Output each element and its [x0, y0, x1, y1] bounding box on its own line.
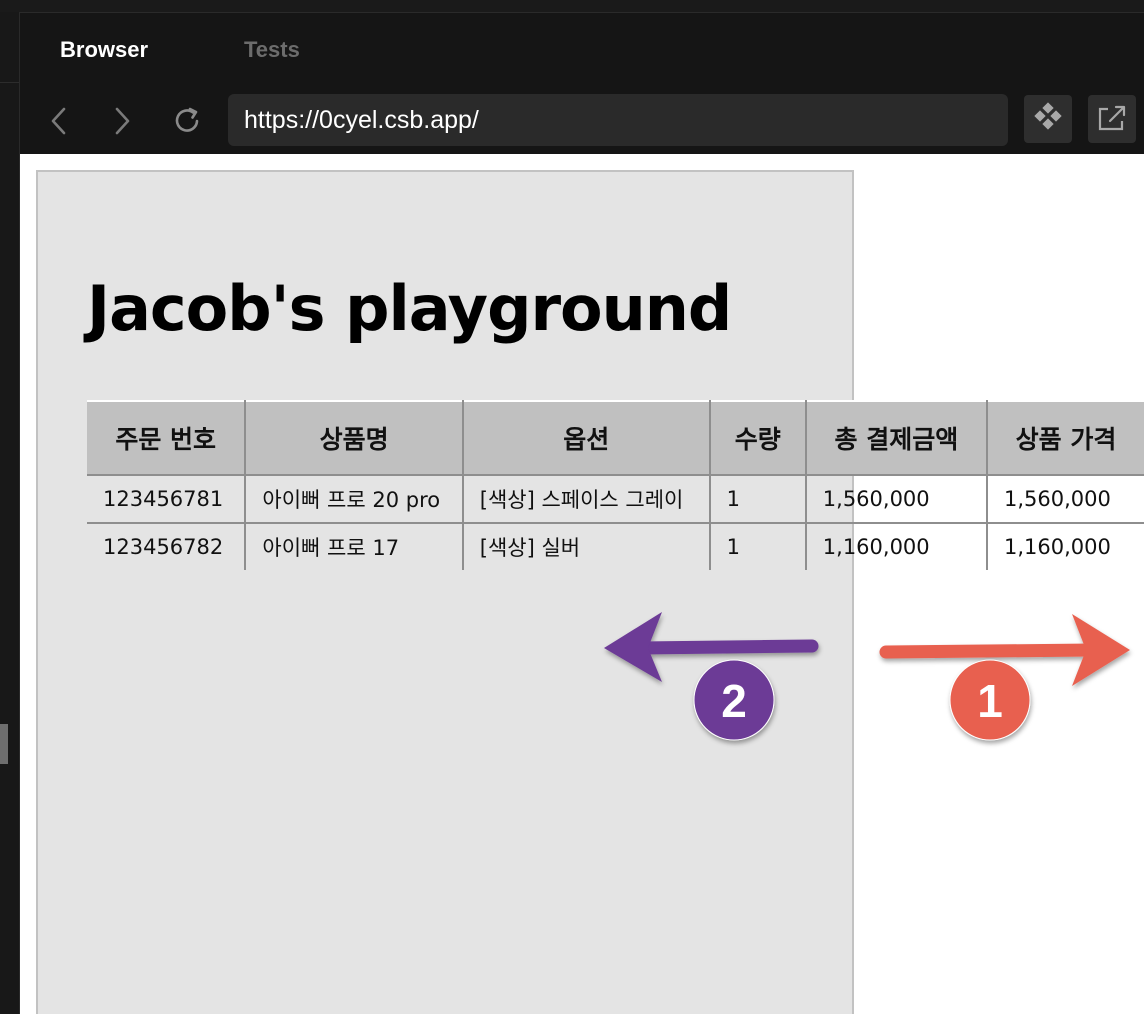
- cell-option: [색상] 실버: [461, 523, 710, 570]
- browser-pane: Browser Tests https://0cyel.csb.app/ Jac…: [20, 13, 1144, 1014]
- inspector-button[interactable]: [1024, 95, 1072, 143]
- reload-icon: [175, 107, 199, 132]
- table-header-row: 주문 번호 상품명 옵션 수량 총 결제금액 상품 가격: [87, 401, 1144, 476]
- header-product-name: 상품명: [244, 401, 463, 476]
- orders-table: 주문 번호 상품명 옵션 수량 총 결제금액 상품 가격 123456781 아…: [87, 400, 1144, 570]
- cell-quantity: 1: [708, 523, 806, 570]
- chevron-right-icon: [115, 107, 130, 135]
- header-order-number: 주문 번호: [87, 401, 246, 476]
- browser-tabs: Browser Tests: [20, 13, 1144, 85]
- page-title: Jacob's playground: [87, 272, 732, 345]
- open-external-icon: [1098, 105, 1126, 131]
- cell-order-number: 123456781: [87, 475, 246, 524]
- tab-browser[interactable]: Browser: [60, 37, 148, 63]
- cell-product-name: 아이뻐 프로 20 pro: [244, 475, 463, 524]
- tab-tests[interactable]: Tests: [244, 37, 300, 63]
- back-button[interactable]: [42, 103, 78, 139]
- header-total-payment: 총 결제금액: [804, 401, 987, 476]
- forward-button[interactable]: [104, 103, 140, 139]
- open-in-new-window-button[interactable]: [1088, 95, 1136, 143]
- table-row: 123456781 아이뻐 프로 20 pro [색상] 스페이스 그레이 1 …: [87, 475, 1144, 524]
- diamond-grid-icon: [1034, 102, 1062, 130]
- page-viewport: Jacob's playground 주문 번호 상품명 옵션 수량 총 결제금…: [20, 154, 1144, 1014]
- left-side-panel: [0, 12, 20, 1014]
- left-panel-separator: [0, 82, 20, 83]
- cell-option: [색상] 스페이스 그레이: [461, 475, 710, 524]
- cell-total-payment: 1,560,000: [804, 475, 987, 524]
- header-product-price: 상품 가격: [986, 401, 1144, 476]
- window-top-strip: [0, 0, 1144, 13]
- cell-quantity: 1: [708, 475, 806, 524]
- cell-order-number: 123456782: [103, 535, 224, 559]
- url-input[interactable]: https://0cyel.csb.app/: [228, 94, 1008, 146]
- browser-toolbar: https://0cyel.csb.app/: [20, 85, 1144, 153]
- chevron-left-icon: [51, 107, 66, 135]
- table-row: 123456782 아이뻐 프로 17 [색상] 실버 1 1,160,000 …: [87, 523, 1144, 570]
- header-quantity: 수량: [708, 401, 806, 476]
- cell-product-price: 1,560,000: [986, 475, 1144, 524]
- cell-product-price: 1,160,000: [986, 523, 1144, 570]
- left-panel-scrollbar[interactable]: [0, 724, 8, 764]
- header-option: 옵션: [461, 401, 710, 476]
- reload-button[interactable]: [170, 103, 206, 139]
- cell-product-name: 아이뻐 프로 17: [244, 523, 463, 570]
- cell-total-payment: 1,160,000: [804, 523, 987, 570]
